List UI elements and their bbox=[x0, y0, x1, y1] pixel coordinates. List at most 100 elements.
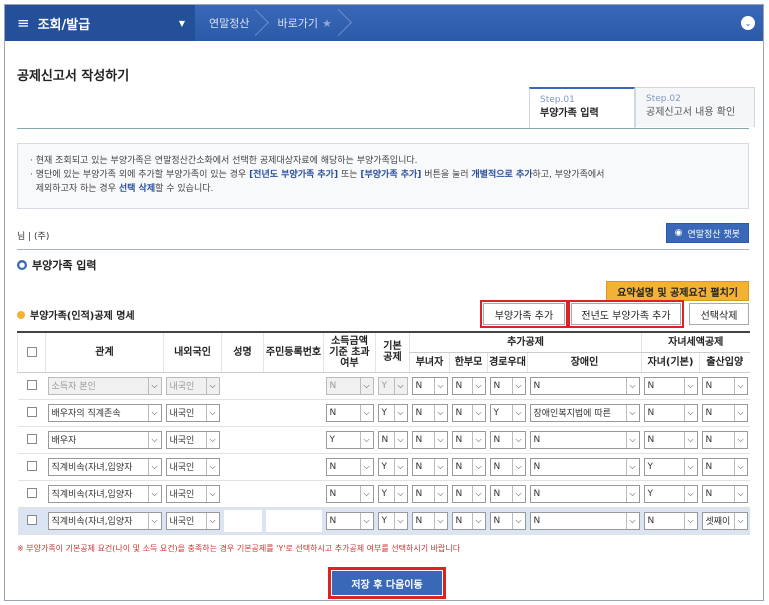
elderly-select[interactable]: N ⌵ bbox=[489, 457, 526, 476]
elderly-select[interactable]: N ⌵ bbox=[489, 511, 526, 530]
row-checkbox[interactable] bbox=[26, 380, 37, 391]
income-select[interactable]: N ⌵ bbox=[325, 403, 374, 422]
bullet-icon: ● bbox=[17, 260, 27, 270]
single-parent-select[interactable]: N ⌵ bbox=[451, 457, 486, 476]
table-row[interactable]: 배우자 ⌵ 내국인 ⌵ Y ⌵ N ⌵ N ⌵ N ⌵ N ⌵ N ⌵ N ⌵ N ⌵ bbox=[17, 426, 750, 454]
birth-select[interactable]: N ⌵ bbox=[701, 457, 748, 476]
disabled-select[interactable]: N ⌵ bbox=[529, 457, 640, 476]
woman-select[interactable]: N ⌵ bbox=[411, 484, 448, 503]
income-select[interactable]: N ⌵ bbox=[325, 376, 374, 395]
nationality-select[interactable]: 내국인 ⌵ bbox=[165, 511, 220, 530]
relation-select[interactable]: 소득자 본인 ⌵ bbox=[47, 376, 162, 395]
basic-select[interactable]: Y ⌵ bbox=[377, 376, 408, 395]
birth-select[interactable]: N ⌵ bbox=[701, 430, 748, 449]
nationality-select[interactable]: 내국인 ⌵ bbox=[165, 484, 220, 503]
basic-select[interactable]: Y ⌵ bbox=[377, 511, 408, 530]
basic-select[interactable]: N ⌵ bbox=[377, 430, 408, 449]
woman-select[interactable]: N ⌵ bbox=[411, 511, 448, 530]
add-prev-year-dependent-button[interactable]: 전년도 부양가족 추가 bbox=[568, 300, 684, 328]
save-next-button[interactable]: 저장 후 다음이동 bbox=[328, 567, 446, 599]
disabled-select[interactable]: N ⌵ bbox=[529, 430, 640, 449]
subsection-title: 부양가족(인적)공제 명세 bbox=[17, 307, 135, 322]
income-select[interactable]: N ⌵ bbox=[325, 511, 374, 530]
single-parent-select[interactable]: N ⌵ bbox=[451, 511, 486, 530]
nationality-select[interactable]: 내국인 ⌵ bbox=[165, 430, 220, 449]
star-icon[interactable]: ★ bbox=[322, 17, 332, 30]
birth-select[interactable]: 셋째이 ⌵ bbox=[701, 511, 748, 530]
disabled-select[interactable]: N ⌵ bbox=[529, 511, 640, 530]
table-row[interactable]: 소득자 본인 ⌵ 내국인 ⌵ N ⌵ Y ⌵ N ⌵ N ⌵ N ⌵ N ⌵ N ⌵ N ⌵ bbox=[17, 372, 750, 400]
nationality-select[interactable]: 내국인 ⌵ bbox=[165, 376, 220, 395]
income-select[interactable]: N ⌵ bbox=[325, 484, 374, 503]
woman-select[interactable]: N ⌵ bbox=[411, 403, 448, 422]
nationality-select[interactable]: 내국인 ⌵ bbox=[165, 457, 220, 476]
birth-select[interactable]: N ⌵ bbox=[701, 376, 748, 395]
step-1-tab[interactable]: Step.01 부양가족 입력 bbox=[529, 87, 635, 129]
child-select[interactable]: Y ⌵ bbox=[643, 484, 698, 503]
select-all-checkbox[interactable] bbox=[26, 346, 37, 357]
woman-select[interactable]: N ⌵ bbox=[411, 457, 448, 476]
child-select[interactable]: N ⌵ bbox=[643, 511, 698, 530]
single-parent-select[interactable]: N ⌵ bbox=[451, 376, 486, 395]
relation-select[interactable]: 직계비속(자녀,입양자 ⌵ bbox=[47, 457, 162, 476]
relation-select[interactable]: 배우자의 직계존속 ⌵ bbox=[47, 403, 162, 422]
row-checkbox[interactable] bbox=[26, 515, 37, 526]
income-select[interactable]: Y ⌵ bbox=[325, 430, 374, 449]
step-1-label: 부양가족 입력 bbox=[540, 108, 599, 119]
child-select[interactable]: Y ⌵ bbox=[643, 457, 698, 476]
woman-select[interactable]: N ⌵ bbox=[411, 376, 448, 395]
child-select[interactable]: N ⌵ bbox=[643, 403, 698, 422]
row-checkbox[interactable] bbox=[26, 407, 37, 418]
disabled-select[interactable]: N ⌵ bbox=[529, 376, 640, 395]
table-row[interactable]: 직계비속(자녀,입양자 ⌵ 내국인 ⌵ N ⌵ Y ⌵ N ⌵ N ⌵ N ⌵ N ⌵ Y ⌵ N ⌵ bbox=[17, 453, 750, 481]
elderly-select[interactable]: N ⌵ bbox=[489, 430, 526, 449]
relation-select[interactable]: 배우자 ⌵ bbox=[47, 430, 162, 449]
disabled-cell: N ⌵ bbox=[527, 507, 642, 535]
menu-selector[interactable]: ≡ 조회/발급 ▼ bbox=[5, 5, 195, 41]
elderly-select[interactable]: N ⌵ bbox=[489, 376, 526, 395]
birth-select[interactable]: N ⌵ bbox=[701, 403, 748, 422]
basic-select[interactable]: Y ⌵ bbox=[377, 403, 408, 422]
table-row[interactable]: 배우자의 직계존속 ⌵ 내국인 ⌵ N ⌵ Y ⌵ N ⌵ N ⌵ Y ⌵ 장애인복지법에 따른 ⌵ N ⌵ N ⌵ bbox=[17, 399, 750, 427]
row-checkbox[interactable] bbox=[26, 434, 37, 445]
income-select[interactable]: N ⌵ bbox=[325, 457, 374, 476]
delete-selected-button[interactable]: 선택삭제 bbox=[689, 303, 749, 325]
income-cell: N ⌵ bbox=[323, 399, 376, 427]
single-parent-select[interactable]: N ⌵ bbox=[451, 484, 486, 503]
elderly-cell: N ⌵ bbox=[487, 426, 528, 454]
top-nav: ≡ 조회/발급 ▼ 연말정산 바로가기 ★ ⌄ bbox=[5, 5, 763, 41]
birth-select[interactable]: N ⌵ bbox=[701, 484, 748, 503]
masked-field bbox=[265, 374, 322, 397]
chevron-down-icon: ⌵ bbox=[359, 485, 373, 502]
add-dependent-button[interactable]: 부양가족 추가 bbox=[480, 300, 568, 328]
row-checkbox[interactable] bbox=[26, 488, 37, 499]
woman-select[interactable]: N ⌵ bbox=[411, 430, 448, 449]
disabled-select[interactable]: N ⌵ bbox=[529, 484, 640, 503]
nav-expand-icon[interactable]: ⌄ bbox=[741, 16, 755, 30]
elderly-select[interactable]: N ⌵ bbox=[489, 484, 526, 503]
rrn-cell bbox=[263, 372, 324, 400]
step-2-tab[interactable]: Step.02 공제신고서 내용 확인 bbox=[635, 87, 755, 127]
nationality-cell: 내국인 ⌵ bbox=[163, 453, 222, 481]
single-parent-select[interactable]: N ⌵ bbox=[451, 430, 486, 449]
child-select[interactable]: N ⌵ bbox=[643, 376, 698, 395]
relation-select[interactable]: 직계비속(자녀,입양자 ⌵ bbox=[47, 511, 162, 530]
breadcrumb-shortcut[interactable]: 바로가기 ★ bbox=[263, 5, 345, 41]
table-row[interactable]: 직계비속(자녀,입양자 ⌵ 내국인 ⌵ N ⌵ Y ⌵ N ⌵ N ⌵ N ⌵ N ⌵ N ⌵ 셋째이 ⌵ bbox=[17, 507, 750, 535]
summary-expand-button[interactable]: 요약설명 및 공제요건 펼치기 bbox=[606, 281, 749, 301]
chatbot-button[interactable]: ◉ 연말정산 챗봇 bbox=[665, 223, 749, 243]
table-row[interactable]: 직계비속(자녀,입양자 ⌵ 내국인 ⌵ N ⌵ Y ⌵ N ⌵ N ⌵ N ⌵ N ⌵ Y ⌵ N ⌵ bbox=[17, 480, 750, 508]
disabled-cell: N ⌵ bbox=[527, 480, 642, 508]
row-checkbox[interactable] bbox=[26, 461, 37, 472]
single-parent-select[interactable]: N ⌵ bbox=[451, 403, 486, 422]
basic-select[interactable]: Y ⌵ bbox=[377, 484, 408, 503]
child-select[interactable]: N ⌵ bbox=[643, 430, 698, 449]
elderly-select[interactable]: Y ⌵ bbox=[489, 403, 526, 422]
birth-cell: N ⌵ bbox=[699, 372, 750, 400]
basic-select[interactable]: Y ⌵ bbox=[377, 457, 408, 476]
breadcrumb-year-end[interactable]: 연말정산 bbox=[195, 5, 263, 41]
relation-select[interactable]: 직계비속(자녀,입양자 ⌵ bbox=[47, 484, 162, 503]
disabled-select[interactable]: 장애인복지법에 따른 ⌵ bbox=[529, 403, 640, 422]
nationality-select[interactable]: 내국인 ⌵ bbox=[165, 403, 220, 422]
relation-cell: 직계비속(자녀,입양자 ⌵ bbox=[45, 507, 164, 535]
